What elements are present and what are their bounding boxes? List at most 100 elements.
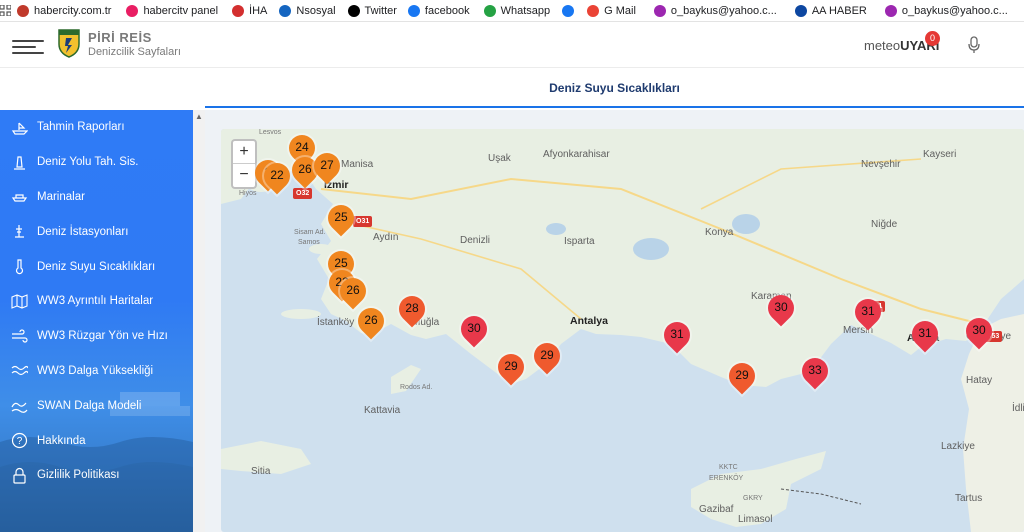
sidebar-item-4[interactable]: Deniz Suyu Sıcaklıkları [0, 249, 193, 284]
city-label: Lazkiye [941, 441, 975, 452]
city-label: Aydın [373, 232, 399, 243]
sea-temperature-map[interactable]: + − Lesvos Manisa Uşak Afyonkarahisar Nevşeh… [221, 129, 1024, 532]
temperature-value: 27 [320, 158, 334, 172]
bookmark-11[interactable]: o_baykus@yahoo.c... [884, 4, 1008, 17]
temperature-marker[interactable]: 26 [352, 302, 390, 342]
sidebar-item-8[interactable]: SWAN Dalga Modeli [0, 388, 193, 423]
bookmark-10[interactable]: AA HABER [794, 4, 867, 17]
temperature-value: 29 [540, 348, 554, 362]
bookmark-label: İHA [249, 4, 268, 17]
sidebar-item-7[interactable]: WW3 Dalga Yüksekliği [0, 354, 193, 389]
te-icon [126, 4, 139, 17]
bookmark-label: habercity.com.tr [34, 4, 112, 17]
bookmark-2[interactable]: İHA [232, 4, 268, 17]
city-label: KKTC [719, 464, 738, 471]
brand[interactable]: PİRİ REİS Denizcilik Sayfaları [88, 30, 181, 58]
temperature-value: 26 [346, 283, 360, 297]
sidebar-item-label: Gizlilik Politikası [37, 469, 120, 482]
temperature-marker[interactable]: 27 [308, 147, 346, 187]
thermometer-icon [11, 258, 28, 275]
station-icon [11, 223, 28, 240]
facebook-icon [407, 4, 420, 17]
temperature-value: 26 [364, 313, 378, 327]
sidebar-item-label: Hakkında [37, 434, 86, 447]
bookmark-label: Whatsapp [500, 4, 551, 17]
temperature-marker[interactable]: 30 [762, 289, 800, 329]
city-label: İdli [1012, 403, 1024, 414]
temperature-value: 29 [735, 368, 749, 382]
sidebar-item-label: WW3 Dalga Yüksekliği [37, 364, 154, 377]
map-panel: + − Lesvos Manisa Uşak Afyonkarahisar Nevşeh… [205, 110, 1024, 532]
bookmark-4[interactable]: Twitter [347, 4, 397, 17]
bookmark-label: G Mail [604, 4, 636, 17]
page-title: Deniz Suyu Sıcaklıkları [205, 70, 1024, 108]
temperature-value: 33 [808, 363, 822, 377]
bookmark-label: facebook [424, 4, 470, 17]
zoom-in-button[interactable]: + [233, 141, 255, 164]
bookmark-label: o_baykus@yahoo.c... [901, 4, 1008, 17]
temperature-marker[interactable]: 26 [334, 272, 372, 312]
sidebar-item-label: Deniz Yolu Tah. Sis. [37, 156, 139, 169]
sidebar-item-1[interactable]: Deniz Yolu Tah. Sis. [0, 145, 193, 180]
notification-badge[interactable]: 0 [925, 31, 940, 46]
sidebar-item-label: WW3 Rüzgar Yön ve Hızı [37, 330, 168, 343]
bookmark-label: Nsosyal [296, 4, 336, 17]
bookmark-label: habercitv panel [143, 4, 219, 17]
temperature-marker[interactable]: 30 [960, 312, 998, 352]
temperature-marker[interactable]: 31 [658, 316, 696, 356]
city-label: Hatay [966, 375, 993, 386]
bookmark-9[interactable]: o_baykus@yahoo.c... [653, 4, 777, 17]
temperature-marker[interactable]: 30 [455, 310, 493, 350]
temperature-marker[interactable]: 29 [723, 357, 761, 397]
bookmark-1[interactable]: habercitv panel [126, 4, 219, 17]
bookmark-8[interactable]: G Mail [587, 4, 636, 17]
bookmark-0[interactable]: habercity.com.tr [17, 4, 112, 17]
bookmark-3[interactable]: Nsosyal [279, 4, 336, 17]
aa-icon [794, 4, 807, 17]
microphone-icon[interactable] [968, 36, 980, 54]
zoom-out-button[interactable]: − [233, 164, 255, 187]
temperature-marker[interactable]: 25 [322, 199, 360, 239]
bookmark-7[interactable] [562, 4, 579, 17]
sidebar-item-0[interactable]: Tahmin Raporları [0, 110, 193, 145]
temperature-marker[interactable]: 29 [492, 348, 530, 388]
city-label: Kayseri [923, 149, 957, 160]
ship-report-icon [11, 119, 28, 136]
temperature-value: 24 [295, 140, 309, 154]
globe-icon [17, 4, 29, 17]
brand-subtitle: Denizcilik Sayfaları [88, 46, 181, 58]
sidebar-item-5[interactable]: WW3 Ayrıntılı Haritalar [0, 284, 193, 319]
temperature-value: 25 [334, 210, 348, 224]
zoom-control: + − [231, 139, 257, 189]
brand-title: PİRİ REİS [88, 30, 152, 45]
sidebar-item-6[interactable]: WW3 Rüzgar Yön ve Hızı [0, 319, 193, 354]
sidebar-item-2[interactable]: Marinalar [0, 180, 193, 215]
sidebar-item-9[interactable]: ? Hakkında [0, 423, 193, 458]
sidebar-item-label: WW3 Ayrıntılı Haritalar [37, 295, 154, 308]
city-label: Rodos Ad. [400, 384, 433, 391]
city-label: İstanköy [317, 317, 355, 328]
bookmark-6[interactable]: Whatsapp [483, 4, 551, 17]
temperature-marker[interactable]: 29 [528, 337, 566, 377]
temperature-marker[interactable]: 31 [906, 315, 944, 355]
scroll-up-icon[interactable]: ▲ [195, 112, 203, 121]
city-label: Antalya [570, 315, 608, 327]
temperature-value: 25 [334, 256, 348, 270]
temperature-marker[interactable]: 22 [258, 157, 296, 197]
city-label: Gazibaf [699, 504, 734, 515]
city-label: Denizli [460, 235, 491, 246]
sidebar: Tahmin Raporları Deniz Yolu Tah. Sis. Mari… [0, 110, 193, 532]
city-label: Lesvos [259, 129, 282, 136]
menu-toggle-button[interactable] [12, 40, 44, 54]
temperature-marker[interactable]: 28 [393, 290, 431, 330]
temperature-marker[interactable]: 33 [796, 352, 834, 392]
sidebar-item-10[interactable]: Gizlilik Politikası [0, 458, 193, 493]
temperature-marker[interactable]: 31 [849, 293, 887, 333]
temperature-value: 29 [504, 359, 518, 373]
x-icon [347, 4, 360, 17]
sidebar-scrollbar[interactable]: ▲ [193, 110, 205, 532]
sidebar-item-3[interactable]: Deniz İstasyonları [0, 214, 193, 249]
apps-grid-icon[interactable] [0, 5, 11, 16]
bookmark-5[interactable]: facebook [407, 4, 470, 17]
lock-icon [11, 467, 28, 484]
